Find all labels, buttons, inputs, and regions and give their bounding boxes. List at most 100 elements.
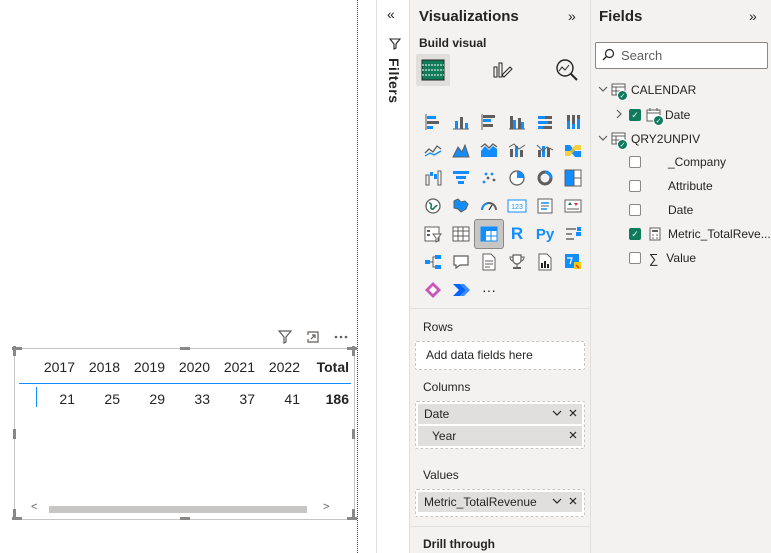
field-date[interactable]: Date [629,199,693,221]
slicer-icon[interactable] [419,220,447,248]
filter-icon[interactable] [276,328,294,346]
scroll-right-arrow[interactable]: > [323,501,329,513]
area-chart-icon[interactable] [447,136,475,164]
value-cell[interactable]: 37 [210,385,255,413]
table-icon[interactable] [447,220,475,248]
multi-row-card-icon[interactable] [531,192,559,220]
total-column-header[interactable]: Total [300,353,349,383]
filters-pane[interactable]: « Filters [376,0,409,553]
field-calendar-date[interactable]: ✓ ✓ Date [613,104,690,126]
line-stacked-column-chart-icon[interactable] [503,136,531,164]
resize-handle[interactable] [352,429,355,439]
value-cell[interactable]: 29 [120,385,165,413]
resize-handle[interactable] [180,517,190,520]
horizontal-scrollbar[interactable]: < > [27,501,337,515]
goals-trophy-icon[interactable] [503,248,531,276]
donut-chart-icon[interactable] [531,164,559,192]
ribbon-chart-icon[interactable] [559,136,587,164]
chevron-right-icon[interactable] [613,109,625,122]
resize-handle[interactable] [352,509,355,519]
field-checkbox[interactable] [629,252,641,264]
stacked-column-chart-icon[interactable] [447,108,475,136]
chevron-down-icon[interactable] [552,404,562,424]
resize-handle[interactable] [13,509,16,519]
values-drop-zone[interactable]: Metric_TotalRevenue [415,489,585,517]
pie-chart-icon[interactable] [503,164,531,192]
expand-fields-icon[interactable]: » [749,8,757,24]
columns-field-year[interactable]: Year [418,426,582,446]
treemap-icon[interactable] [559,164,587,192]
line-clustered-column-chart-icon[interactable] [531,136,559,164]
expand-visualizations-icon[interactable]: » [568,8,576,24]
kpi-icon[interactable] [559,192,587,220]
field-checkbox[interactable] [629,204,641,216]
filters-label[interactable]: Filters [386,58,402,104]
more-visuals-icon[interactable]: ··· [475,276,503,304]
column-header[interactable]: 2018 [75,353,120,383]
remove-field-icon[interactable] [568,492,578,512]
scatter-chart-icon[interactable] [475,164,503,192]
field-checkbox[interactable]: ✓ [629,109,641,121]
chevron-down-icon[interactable] [597,133,609,146]
paginated-report-icon[interactable] [531,248,559,276]
value-cell[interactable]: 33 [165,385,210,413]
remove-field-icon[interactable] [568,426,578,446]
more-options-icon[interactable] [332,328,350,346]
collapse-filters-icon[interactable]: « [387,6,395,22]
chevron-down-icon[interactable] [597,84,609,97]
python-visual-icon[interactable]: Py [531,220,559,248]
gauge-icon[interactable] [475,192,503,220]
columns-field-date[interactable]: Date [418,404,582,424]
smart-narrative-icon[interactable] [475,248,503,276]
scrollbar-thumb[interactable] [49,506,307,513]
report-canvas[interactable]: 2017 2018 2019 2020 2021 2022 Total 21 2… [0,0,358,553]
qa-visual-icon[interactable] [447,248,475,276]
resize-handle[interactable] [13,429,16,439]
field-value[interactable]: ∑ Value [629,247,696,269]
filled-map-icon[interactable] [447,192,475,220]
field-attribute[interactable]: Attribute [629,175,713,197]
field-metric-totalrevenue[interactable]: ✓ Metric_TotalReve... [629,223,771,245]
waterfall-chart-icon[interactable] [419,164,447,192]
stacked-bar-chart-icon[interactable] [419,108,447,136]
column-header[interactable]: 2019 [120,353,165,383]
column-header[interactable]: 2020 [165,353,210,383]
build-visual-tab[interactable] [416,54,450,86]
column-header[interactable]: 2022 [255,353,300,383]
100-stacked-bar-chart-icon[interactable] [531,108,559,136]
funnel-chart-icon[interactable] [447,164,475,192]
matrix-icon[interactable] [474,219,504,249]
scroll-left-arrow[interactable]: < [31,501,37,513]
field-checkbox[interactable] [629,180,641,192]
clustered-bar-chart-icon[interactable] [475,108,503,136]
fields-search-input[interactable]: Search [595,42,768,69]
chevron-down-icon[interactable] [552,492,562,512]
remove-field-icon[interactable] [568,404,578,424]
line-chart-icon[interactable] [419,136,447,164]
power-automate-diamond-icon[interactable] [419,276,447,304]
value-cell[interactable]: 25 [75,385,120,413]
value-cell[interactable]: 41 [255,385,300,413]
table-qry2unpiv[interactable]: ✓ QRY2UNPIV [597,128,700,150]
power-apps-icon[interactable] [559,248,587,276]
analytics-tab[interactable] [550,54,584,86]
100-stacked-column-chart-icon[interactable] [559,108,587,136]
card-icon[interactable]: 123 [503,192,531,220]
value-cell[interactable]: 21 [15,385,75,413]
matrix-visual[interactable]: 2017 2018 2019 2020 2021 2022 Total 21 2… [12,346,357,520]
column-header[interactable]: 2017 [15,353,75,383]
column-header[interactable]: 2021 [210,353,255,383]
key-influencers-icon[interactable] [559,220,587,248]
resize-handle[interactable] [180,347,190,350]
clustered-column-chart-icon[interactable] [503,108,531,136]
map-icon[interactable] [419,192,447,220]
format-visual-tab[interactable] [484,54,518,86]
power-automate-icon[interactable] [447,276,475,304]
decomposition-tree-icon[interactable] [419,248,447,276]
stacked-area-chart-icon[interactable] [475,136,503,164]
field-company[interactable]: _Company [629,151,726,173]
resize-handle[interactable] [352,346,355,356]
columns-drop-zone[interactable]: Date Year [415,401,585,449]
field-checkbox[interactable]: ✓ [629,228,641,240]
rows-drop-zone[interactable]: Add data fields here [415,341,585,370]
